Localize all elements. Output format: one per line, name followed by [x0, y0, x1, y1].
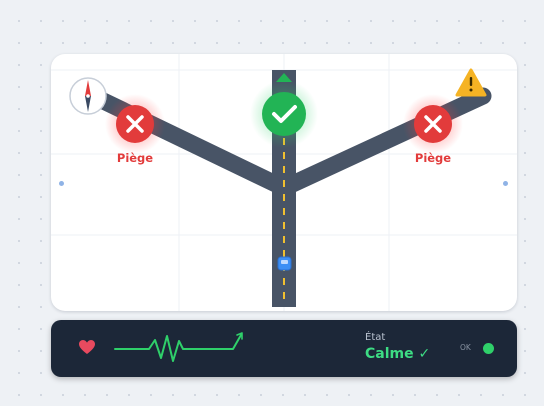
warning-icon — [455, 68, 487, 97]
state-label: État — [365, 332, 386, 343]
state-value: Calme ✓ — [365, 346, 431, 362]
ok-label: OK — [460, 343, 471, 352]
heart-icon — [79, 340, 95, 354]
trap-left[interactable] — [105, 94, 165, 154]
compass-icon — [69, 77, 107, 115]
check-circle-icon — [262, 92, 306, 136]
correct-path-target[interactable] — [250, 80, 318, 148]
status-bar: État Calme ✓ OK — [51, 320, 517, 377]
trap-right-label: Piège — [414, 151, 452, 165]
heartbeat-line-icon — [114, 332, 243, 362]
ok-status-dot — [483, 343, 494, 354]
trap-left-label: Piège — [116, 151, 154, 165]
board-edge-dot-right — [503, 181, 508, 186]
game-scene — [51, 54, 517, 311]
trap-right[interactable] — [403, 94, 463, 154]
game-board: Piège Piège — [51, 54, 517, 311]
board-edge-dot-left — [59, 181, 64, 186]
car-icon[interactable] — [277, 256, 292, 271]
